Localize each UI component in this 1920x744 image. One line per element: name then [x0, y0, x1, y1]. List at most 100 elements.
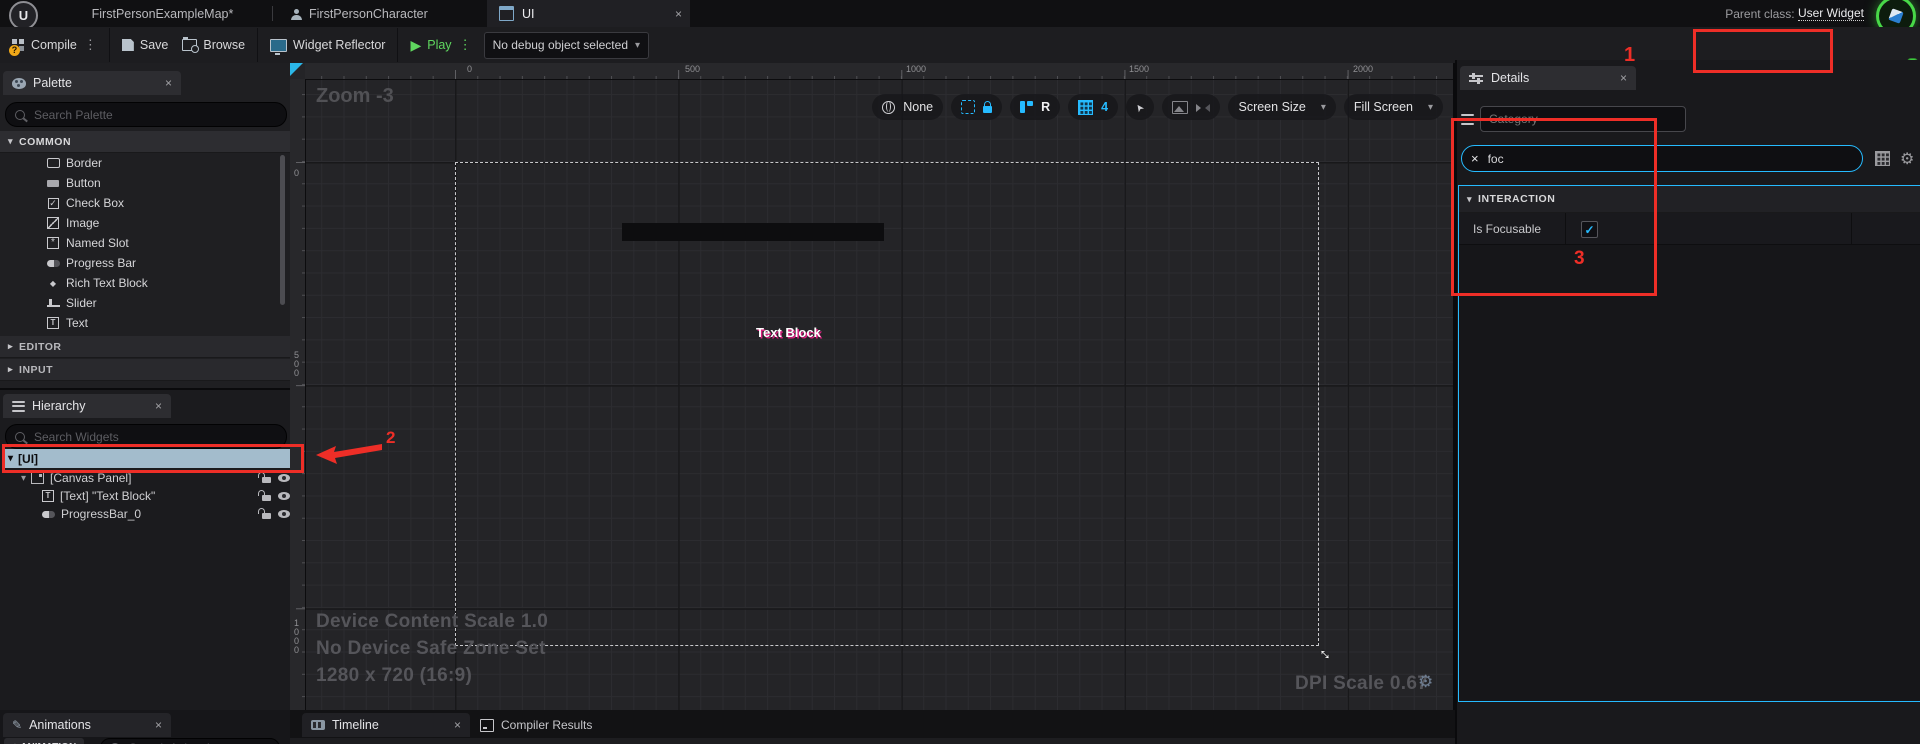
close-icon[interactable]: × — [438, 718, 461, 732]
hierarchy-row-progressbar[interactable]: ProgressBar_0 — [42, 505, 290, 523]
close-icon[interactable]: × — [139, 399, 162, 413]
hierarchy-row-text-block[interactable]: T [Text] "Text Block" — [42, 487, 290, 505]
palette-item-button[interactable]: Button — [0, 173, 290, 193]
widget-reflector-button[interactable]: Widget Reflector — [270, 38, 385, 52]
unreal-logo[interactable]: U — [9, 1, 38, 30]
progressbar-widget[interactable] — [622, 223, 884, 241]
palette-scrollbar[interactable] — [280, 155, 285, 305]
palette-item-border[interactable]: Border — [0, 153, 290, 173]
palette-section-common[interactable]: ▾ COMMON — [0, 131, 306, 153]
chevron-down-icon: ▾ — [1467, 194, 1472, 205]
palette-item-image[interactable]: Image — [0, 213, 290, 233]
lock-icon[interactable] — [262, 477, 271, 483]
compile-button[interactable]: ? Compile ⋮ — [12, 37, 97, 53]
animations-search[interactable] — [100, 738, 280, 744]
dpi-settings-gear-icon[interactable]: ⚙ — [1418, 672, 1433, 692]
palette-item-checkbox[interactable]: ✓Check Box — [0, 193, 290, 213]
dashed-outline-icon[interactable] — [961, 100, 975, 114]
palette-item-slider[interactable]: Slider — [0, 293, 290, 313]
palette-item-text[interactable]: TText — [0, 313, 290, 333]
palette-search[interactable] — [5, 102, 287, 127]
close-icon[interactable]: × — [659, 7, 682, 21]
text-block-widget[interactable]: Text Block — [756, 325, 821, 340]
compiler-results-icon — [480, 719, 494, 732]
tab-ui[interactable]: UI × — [487, 0, 690, 27]
tab-compiler-results[interactable]: Compiler Results — [470, 713, 602, 737]
details-panel: Details × × ⚙ ▾ INTERACTION Is Focusable — [1455, 60, 1920, 744]
hierarchy-row-ui-root[interactable]: ▾ [UI] — [4, 449, 292, 468]
designer-canvas[interactable]: 0 500 1000 1500 2000 0 500 1000 Zoom -3 … — [290, 63, 1455, 710]
display-filter-icon[interactable] — [1875, 151, 1890, 166]
cube-icon — [1888, 8, 1903, 23]
rotate-mode-button[interactable]: R — [1041, 100, 1050, 114]
add-animation-button[interactable]: + ANIMATION — [4, 738, 84, 744]
palette-section-input[interactable]: ▸ INPUT — [0, 359, 306, 381]
play-options-icon[interactable]: ⋮ — [459, 37, 472, 53]
lock-icon[interactable] — [983, 106, 992, 113]
category-input[interactable] — [1480, 106, 1686, 132]
close-icon[interactable]: × — [1604, 71, 1627, 85]
column-divider[interactable] — [1565, 213, 1566, 244]
tab-timeline[interactable]: Timeline × — [302, 713, 470, 737]
details-search-input[interactable] — [1486, 151, 1853, 167]
animations-search-input[interactable] — [127, 740, 270, 744]
column-divider[interactable] — [1851, 213, 1852, 244]
palette-list: Border Button ✓Check Box Image *Named Sl… — [0, 153, 290, 333]
lock-icon[interactable] — [262, 495, 271, 501]
chevron-right-icon: ▸ — [8, 341, 13, 352]
palette-section-editor[interactable]: ▸ EDITOR — [0, 336, 306, 358]
close-icon[interactable]: × — [139, 718, 162, 732]
fill-screen-dropdown[interactable]: Fill Screen ▾ — [1344, 94, 1443, 120]
bottom-tab-strip: Timeline × Compiler Results — [290, 710, 1455, 744]
search-icon — [15, 432, 25, 442]
screen-size-dropdown[interactable]: Screen Size ▾ — [1228, 94, 1335, 120]
parent-class-link[interactable]: User Widget — [1798, 6, 1864, 21]
device-content-scale-label: Device Content Scale 1.0 — [316, 611, 548, 633]
border-icon — [46, 157, 60, 169]
hierarchy-row-canvas-panel[interactable]: ▾ [Canvas Panel] — [14, 469, 290, 487]
toolbar-divider — [109, 28, 110, 62]
tab-hierarchy[interactable]: Hierarchy × — [3, 394, 171, 418]
tab-details[interactable]: Details × — [1460, 66, 1636, 90]
hierarchy-search[interactable] — [5, 424, 287, 449]
root-widget-outline[interactable] — [455, 162, 1319, 646]
palette-item-richtext[interactable]: ◆Rich Text Block — [0, 273, 290, 293]
palette-icon — [12, 78, 26, 89]
tab-firstpersoncharacter[interactable]: FirstPersonCharacter — [283, 0, 483, 27]
vertical-ruler: 0 500 1000 — [290, 79, 306, 710]
chevron-down-icon: ▾ — [8, 453, 13, 464]
is-focusable-checkbox[interactable]: ✓ — [1581, 221, 1598, 238]
save-button[interactable]: Save — [122, 38, 169, 52]
details-search[interactable]: × — [1461, 145, 1863, 172]
tab-firstpersonexamplemap[interactable]: FirstPersonExampleMap* — [60, 0, 265, 27]
lock-icon[interactable] — [262, 513, 271, 519]
palette-item-progressbar[interactable]: Progress Bar — [0, 253, 290, 273]
compile-options-icon[interactable]: ⋮ — [84, 37, 97, 53]
tab-animations[interactable]: ✎ Animations × — [3, 713, 171, 737]
image-icon[interactable] — [1172, 101, 1188, 114]
hierarchy-search-input[interactable] — [32, 429, 277, 445]
palette-search-input[interactable] — [32, 107, 277, 123]
chevron-down-icon: ▾ — [635, 40, 640, 51]
text-icon: T — [46, 317, 60, 329]
grid-snap-group[interactable]: 4 — [1068, 94, 1118, 120]
layout-icon[interactable] — [1020, 101, 1033, 113]
flip-icon[interactable] — [1196, 102, 1210, 113]
interaction-section-header[interactable]: ▾ INTERACTION — [1459, 186, 1920, 213]
select-widget-button[interactable]: ➤ — [1126, 94, 1154, 120]
details-settings-gear-icon[interactable]: ⚙ — [1900, 149, 1914, 169]
visibility-icon[interactable] — [278, 474, 290, 482]
palette-item-namedslot[interactable]: *Named Slot — [0, 233, 290, 253]
browse-button[interactable]: Browse — [182, 38, 245, 52]
play-button[interactable]: ▶ Play ⋮ — [410, 37, 471, 54]
close-icon[interactable]: × — [149, 76, 172, 90]
category-filter-icon[interactable] — [1461, 114, 1474, 125]
visibility-icon[interactable] — [278, 510, 290, 518]
visibility-icon[interactable] — [278, 492, 290, 500]
clear-search-icon[interactable]: × — [1471, 151, 1479, 166]
tab-palette[interactable]: Palette × — [3, 71, 181, 95]
debug-object-dropdown[interactable]: No debug object selected ▾ — [484, 32, 649, 59]
localization-preview-button[interactable]: None — [872, 94, 943, 120]
image-icon — [46, 217, 60, 229]
resolution-label: 1280 x 720 (16:9) — [316, 665, 472, 687]
